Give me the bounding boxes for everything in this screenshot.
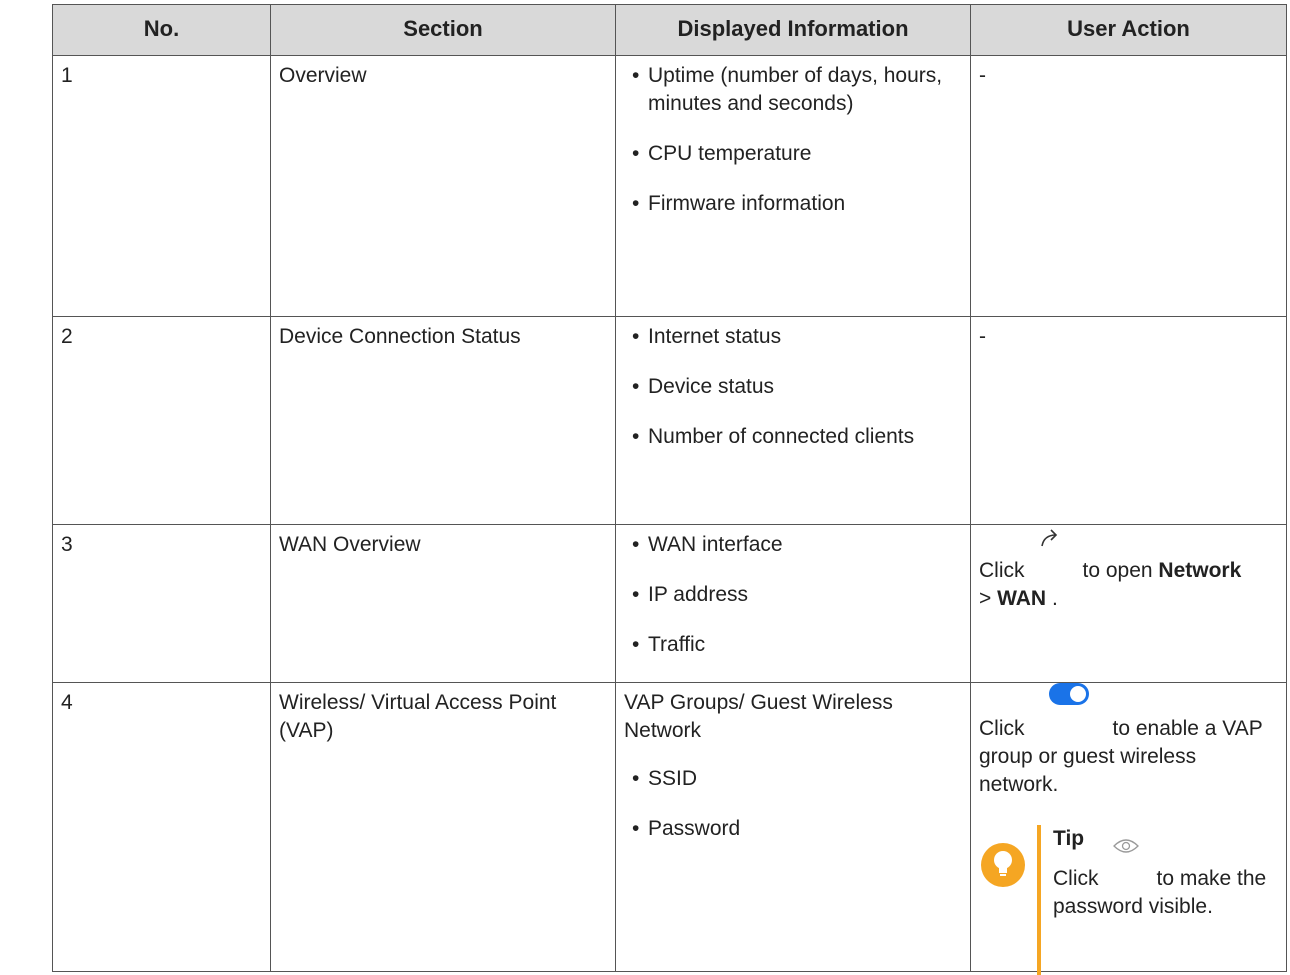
row-action: -	[970, 55, 1287, 317]
header-displayed-information: Displayed Information	[615, 4, 971, 56]
info-list: Uptime (number of days, hours, minutes a…	[624, 62, 962, 218]
action-click-text: Click	[979, 559, 1025, 582]
info-list: WAN interface IP address Traffic	[624, 531, 962, 659]
table-row: 4 Wireless/ Virtual Access Point (VAP) V…	[52, 682, 1287, 975]
row-action: -	[970, 316, 1287, 525]
vap-action-text: Click to enable a VAP group or guest wire…	[979, 683, 1278, 799]
action-click-text: Click	[979, 717, 1025, 740]
list-item: IP address	[624, 581, 962, 609]
row-action: Click to open Network > WAN .	[970, 524, 1287, 683]
header-no: No.	[52, 4, 271, 56]
row-info: Internet status Device status Number of …	[615, 316, 971, 525]
list-item: Firmware information	[624, 190, 962, 218]
eye-icon	[1099, 839, 1157, 885]
nav-separator: >	[979, 587, 992, 610]
row-number: 2	[52, 316, 271, 525]
nav-period: .	[1051, 587, 1058, 610]
wan-action-text: Click to open Network > WAN .	[979, 529, 1278, 613]
list-item: CPU temperature	[624, 140, 962, 168]
toggle-switch-icon	[1025, 683, 1113, 735]
tip-text: Click to make the password visible.	[1053, 839, 1278, 921]
table-row: 2 Device Connection Status Internet stat…	[52, 316, 1287, 525]
row-section: WAN Overview	[270, 524, 616, 683]
action-open-text: to open	[1082, 559, 1153, 582]
row-action: Click to enable a VAP group or guest wire…	[970, 682, 1287, 975]
row-number: 3	[52, 524, 271, 683]
info-table: No. Section Displayed Information User A…	[52, 4, 1287, 975]
list-item: WAN interface	[624, 531, 962, 559]
row-info: VAP Groups/ Guest Wireless Network SSID …	[615, 682, 971, 972]
tip-accent-bar	[1037, 825, 1041, 975]
header-user-action: User Action	[970, 4, 1287, 56]
table-row: 1 Overview Uptime (number of days, hours…	[52, 55, 1287, 317]
nav-network-text: Network	[1158, 559, 1242, 582]
nav-wan-text: WAN	[997, 587, 1047, 610]
list-item: SSID	[624, 765, 962, 793]
list-item: Internet status	[624, 323, 962, 351]
row-info: WAN interface IP address Traffic	[615, 524, 971, 683]
row-number: 4	[52, 682, 271, 972]
list-item: Password	[624, 815, 962, 843]
info-list: Internet status Device status Number of …	[624, 323, 962, 451]
tip-title: Tip	[1053, 827, 1085, 850]
table-row: 3 WAN Overview WAN interface IP address …	[52, 524, 1287, 683]
row-section: Device Connection Status	[270, 316, 616, 525]
info-list: SSID Password	[624, 765, 962, 843]
tip-box: Tip Click to make the password visible.	[979, 825, 1278, 975]
tip-click-text: Click	[1053, 867, 1099, 890]
info-intro: VAP Groups/ Guest Wireless Network	[624, 691, 893, 742]
list-item: Traffic	[624, 631, 962, 659]
list-item: Uptime (number of days, hours, minutes a…	[624, 62, 962, 118]
row-section: Wireless/ Virtual Access Point (VAP)	[270, 682, 616, 972]
table-header-row: No. Section Displayed Information User A…	[52, 4, 1287, 56]
row-number: 1	[52, 55, 271, 317]
redirect-arrow-icon	[1025, 529, 1083, 577]
header-section: Section	[270, 4, 616, 56]
lightbulb-icon	[981, 843, 1025, 887]
row-section: Overview	[270, 55, 616, 317]
row-info: Uptime (number of days, hours, minutes a…	[615, 55, 971, 317]
list-item: Device status	[624, 373, 962, 401]
list-item: Number of connected clients	[624, 423, 962, 451]
